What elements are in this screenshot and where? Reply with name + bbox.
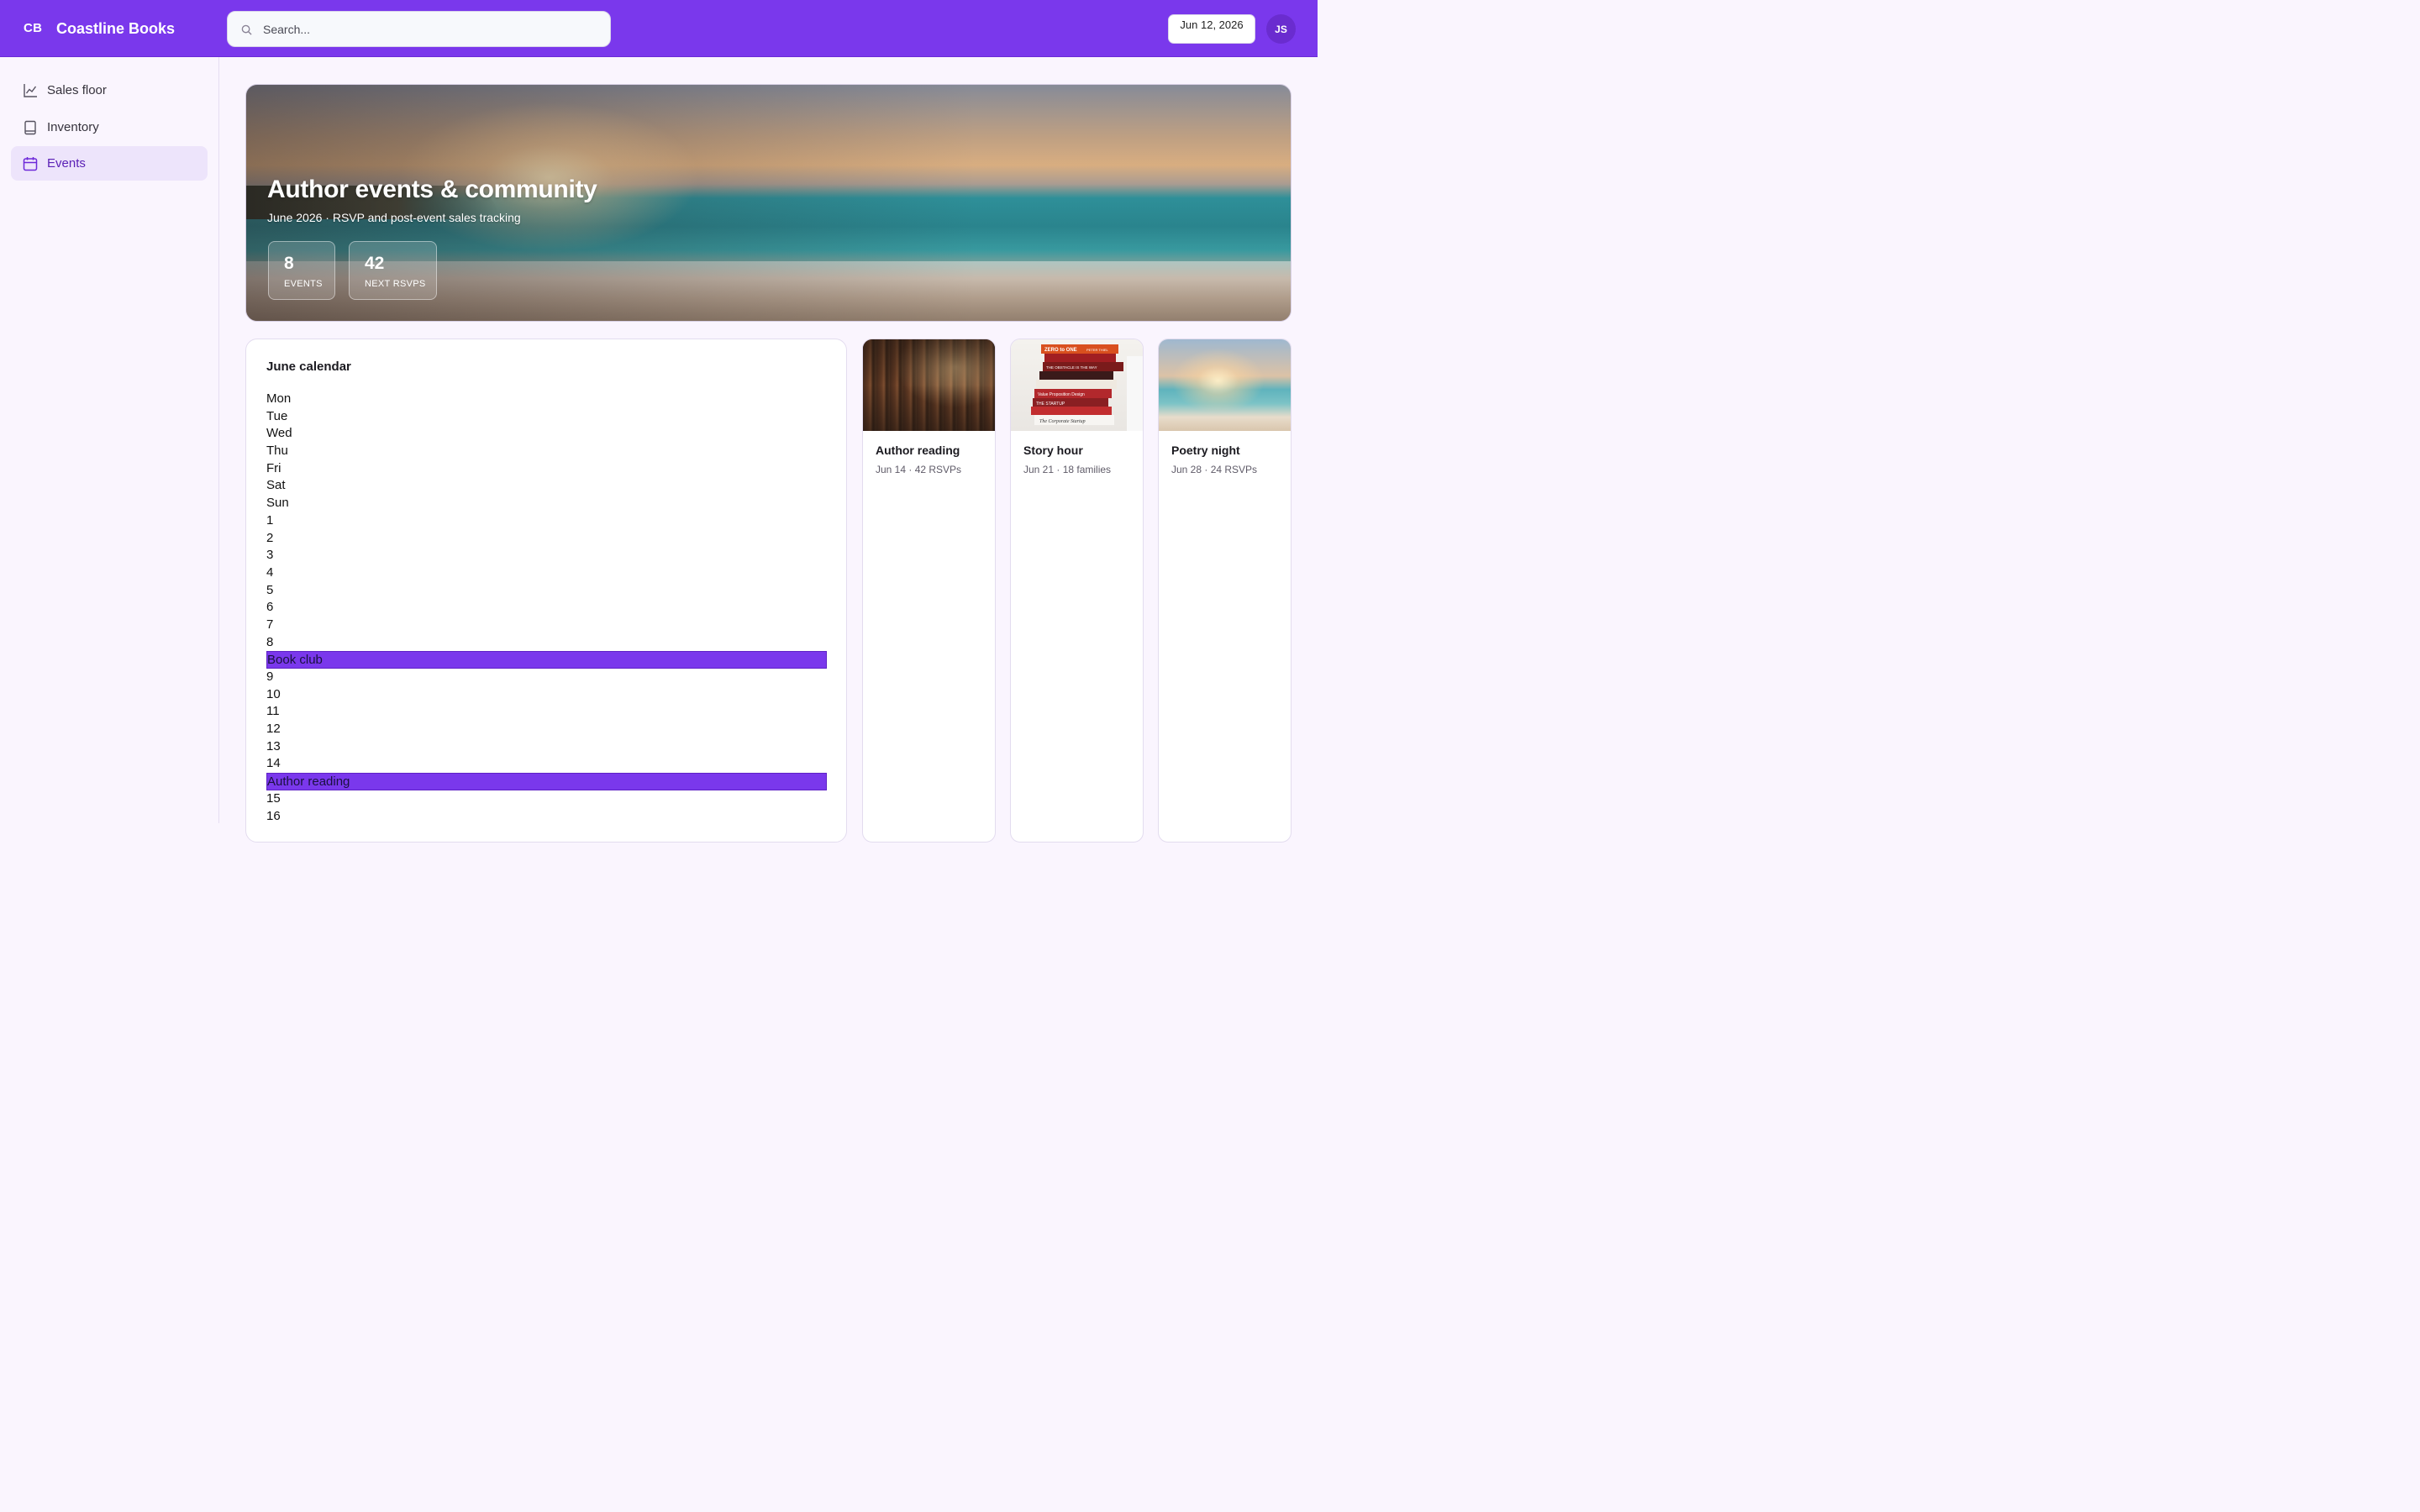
stat-label: EVENTS — [284, 279, 323, 289]
calendar-day: 13 — [266, 738, 281, 753]
search-icon — [241, 24, 252, 35]
spine-text: The Corporate Startup — [1039, 419, 1086, 424]
sidebar-item-events[interactable]: Events — [11, 146, 208, 181]
calendar-day: 8 — [266, 634, 274, 649]
event-name: Author reading — [876, 444, 960, 457]
calendar-title: June calendar — [266, 360, 351, 374]
calendar-event[interactable]: Book club — [266, 651, 827, 669]
event-card-story-hour[interactable]: ZERO to ONE PETER THIEL THE OBSTACLE IS … — [1010, 339, 1144, 843]
book-icon — [24, 120, 36, 135]
calendar-day: Sat — [266, 478, 286, 493]
calendar-icon — [23, 157, 38, 171]
calendar-day: Wed — [266, 426, 292, 441]
event-meta: Jun 21 · 18 families — [1023, 464, 1112, 475]
calendar-day: 5 — [266, 582, 274, 597]
hero-banner: Author events & community June 2026 · RS… — [245, 84, 1292, 322]
sidebar: Sales floor Inventory Events — [0, 57, 219, 823]
calendar-day: 15 — [266, 790, 281, 806]
spine-text: ZERO to ONE — [1044, 348, 1077, 353]
spine-text: THE STARTUP — [1036, 402, 1065, 407]
event-meta: Jun 14 · 42 RSVPs — [876, 464, 962, 475]
sidebar-item-label: Sales floor — [47, 83, 107, 97]
event-image: ZERO to ONE PETER THIEL THE OBSTACLE IS … — [1011, 339, 1143, 431]
calendar-day: 3 — [266, 548, 274, 563]
calendar-day: 14 — [266, 756, 281, 771]
calendar-card: June calendar Mon Tue Wed Thu Fri Sat Sun 1 2 3 4 5… — [245, 339, 847, 843]
spine-text: THE OBSTACLE IS THE WAY — [1046, 365, 1097, 370]
calendar-day: 16 — [266, 808, 281, 823]
stat-label: NEXT RSVPS — [365, 279, 426, 289]
top-bar: CB Coastline Books Jun 12, 2026 JS — [0, 0, 1318, 57]
calendar-day: Fri — [266, 460, 281, 475]
calendar-event[interactable]: Author reading — [266, 773, 827, 790]
user-avatar[interactable]: JS — [1266, 14, 1296, 44]
sidebar-item-label: Events — [47, 156, 86, 171]
event-card-author-reading[interactable]: Author reading Jun 14 · 42 RSVPs — [862, 339, 996, 843]
sidebar-item-label: Inventory — [47, 120, 99, 134]
spine-text: Value Proposition Design — [1038, 392, 1085, 397]
chart-line-icon — [24, 84, 37, 97]
calendar-day: 1 — [266, 512, 274, 528]
calendar-day: 9 — [266, 669, 274, 684]
book-stack-illustration: ZERO to ONE PETER THIEL THE OBSTACLE IS … — [1031, 344, 1143, 431]
page-title: Author events & community — [267, 176, 597, 203]
calendar-day: 7 — [266, 617, 274, 632]
stat-next-rsvps: 42 NEXT RSVPS — [349, 241, 437, 300]
search-box[interactable] — [227, 11, 611, 47]
calendar-day: 11 — [266, 704, 280, 719]
event-image — [863, 339, 995, 431]
calendar-day: Mon — [266, 391, 292, 406]
sidebar-item-inventory[interactable]: Inventory — [11, 110, 208, 144]
spine-text: PETER THIEL — [1086, 348, 1108, 352]
calendar-day: Sun — [266, 496, 289, 511]
calendar-day: 10 — [266, 686, 281, 701]
sidebar-item-sales-floor[interactable]: Sales floor — [11, 73, 208, 108]
calendar-day: 6 — [266, 600, 274, 615]
event-meta: Jun 28 · 24 RSVPs — [1171, 464, 1258, 475]
event-name: Poetry night — [1171, 444, 1240, 457]
page-subtitle: June 2026 · RSVP and post-event sales tr… — [267, 211, 521, 224]
stat-events: 8 EVENTS — [268, 241, 335, 300]
stat-value: 8 — [284, 254, 294, 273]
date-picker[interactable]: Jun 12, 2026 — [1168, 14, 1255, 44]
event-name: Story hour — [1023, 444, 1083, 457]
calendar-list: Mon Tue Wed Thu Fri Sat Sun 1 2 3 4 5 6 7 8 Book club 9 1… — [266, 391, 827, 825]
brand-logo[interactable]: CB — [24, 21, 42, 35]
calendar-day: 4 — [266, 564, 274, 580]
event-image — [1159, 339, 1291, 431]
calendar-day: Thu — [266, 444, 288, 459]
search-input[interactable] — [263, 12, 599, 46]
stat-value: 42 — [365, 254, 385, 273]
calendar-day: 2 — [266, 530, 274, 545]
calendar-day: Tue — [266, 408, 288, 423]
calendar-day: 12 — [266, 722, 281, 737]
event-card-poetry-night[interactable]: Poetry night Jun 28 · 24 RSVPs — [1158, 339, 1292, 843]
brand-name[interactable]: Coastline Books — [56, 20, 175, 38]
